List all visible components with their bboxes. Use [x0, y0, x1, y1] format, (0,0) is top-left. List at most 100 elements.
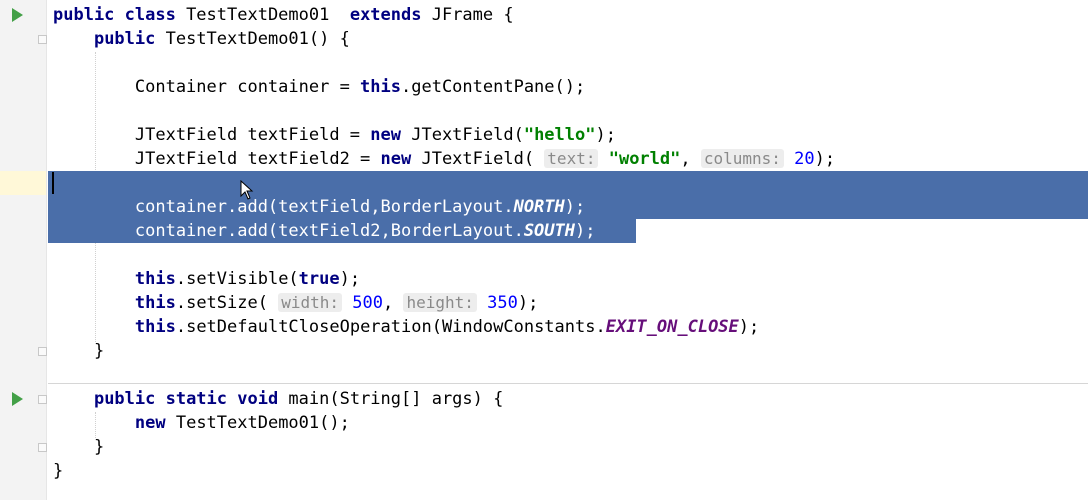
fold-icon[interactable] [38, 395, 47, 404]
fold-icon[interactable] [38, 347, 47, 356]
code-token: container.add(textField,BorderLayout. [53, 197, 514, 217]
code-token: this [134, 269, 176, 289]
code-line[interactable] [48, 51, 1088, 75]
code-token: extends [349, 5, 422, 25]
code-line[interactable] [48, 243, 1088, 267]
code-line[interactable]: this.setSize( width: 500, height: 350); [48, 291, 1088, 315]
code-token: ); [564, 197, 586, 217]
code-token: JTextField textField2 = [53, 149, 381, 169]
code-text: this.setDefaultCloseOperation(WindowCons… [53, 315, 759, 339]
code-token: main(String[] args) { [278, 389, 504, 409]
code-line[interactable]: JTextField textField2 = new JTextField( … [48, 147, 1088, 171]
code-token: .setSize( [175, 293, 279, 313]
code-editor[interactable]: public class TestTextDemo01 extends JFra… [48, 0, 1088, 500]
code-token: TestTextDemo01() { [155, 29, 350, 49]
code-token: ); [595, 125, 616, 145]
code-token: JTextField textField = [53, 125, 371, 145]
code-token: } [53, 461, 64, 481]
code-token: .getContentPane(); [401, 77, 586, 97]
code-line[interactable]: } [48, 435, 1088, 459]
code-token: this [134, 293, 176, 313]
code-line[interactable] [48, 171, 1088, 195]
code-text: } [53, 339, 104, 363]
code-line[interactable]: container.add(textField,BorderLayout.NOR… [48, 195, 1088, 219]
code-line[interactable]: container.add(textField2,BorderLayout.SO… [48, 219, 636, 243]
code-token: this [134, 317, 176, 337]
code-text: container.add(textField,BorderLayout.NOR… [53, 195, 585, 219]
fold-icon[interactable] [38, 443, 47, 452]
code-token: TestTextDemo01 [175, 5, 350, 25]
code-token: } [53, 437, 105, 457]
code-line[interactable]: public TestTextDemo01() { [48, 27, 1088, 51]
parameter-hint: columns: [700, 149, 784, 168]
code-text: container.add(textField2,BorderLayout.SO… [53, 219, 596, 243]
parameter-hint: width: [278, 293, 342, 312]
parameter-hint: height: [403, 293, 477, 312]
code-token: ); [814, 149, 836, 169]
code-text: this.setVisible(true); [53, 267, 360, 291]
code-token: ); [339, 269, 361, 289]
run-icon[interactable] [12, 8, 23, 22]
code-text: public TestTextDemo01() { [53, 27, 350, 51]
run-icon[interactable] [12, 392, 23, 406]
text-caret [52, 172, 54, 194]
current-line-highlight [0, 171, 46, 195]
method-separator [48, 383, 1088, 384]
code-line[interactable]: this.setVisible(true); [48, 267, 1088, 291]
code-token: 20 [794, 149, 815, 169]
code-token: EXIT_ON_CLOSE [605, 317, 739, 337]
code-line[interactable]: } [48, 459, 1088, 483]
code-text: } [53, 435, 104, 459]
code-token: "hello" [523, 125, 596, 145]
code-text: public class TestTextDemo01 extends JFra… [53, 3, 514, 27]
code-token: container.add(textField2,BorderLayout. [53, 221, 524, 241]
code-token: , [680, 149, 701, 169]
editor-gutter [0, 0, 47, 500]
code-token: ); [517, 293, 539, 313]
code-token: this [360, 77, 401, 97]
code-line[interactable] [48, 99, 1088, 123]
code-token: NORTH [513, 197, 565, 217]
code-token: new [134, 413, 166, 433]
code-token: TestTextDemo01(); [165, 413, 350, 433]
code-text: new TestTextDemo01(); [53, 411, 350, 435]
code-line[interactable]: } [48, 339, 1088, 363]
code-token: true [298, 269, 340, 289]
code-token: public [93, 29, 156, 49]
code-text: Container container = this.getContentPan… [53, 75, 585, 99]
code-token: SOUTH [523, 221, 575, 241]
code-token: JTextField( [401, 125, 524, 145]
code-line[interactable]: public static void main(String[] args) { [48, 387, 1088, 411]
fold-icon[interactable] [38, 35, 47, 44]
code-token: } [53, 341, 105, 361]
code-token: new [370, 125, 401, 145]
code-line[interactable]: this.setDefaultCloseOperation(WindowCons… [48, 315, 1088, 339]
code-token: 350 [487, 293, 518, 313]
code-token: Container container = [53, 77, 361, 97]
code-text: } [53, 459, 63, 483]
code-token: 500 [352, 293, 383, 313]
code-token: ); [575, 221, 596, 241]
code-token: ); [738, 317, 760, 337]
code-line[interactable]: new TestTextDemo01(); [48, 411, 1088, 435]
code-line[interactable]: Container container = this.getContentPan… [48, 75, 1088, 99]
code-text: this.setSize( width: 500, height: 350); [53, 291, 538, 315]
code-text: JTextField textField2 = new JTextField( … [53, 147, 835, 171]
code-token: public static void [93, 389, 279, 409]
code-line[interactable]: public class TestTextDemo01 extends JFra… [48, 3, 1088, 27]
code-token: JFrame { [421, 5, 514, 25]
code-token: "world" [608, 149, 681, 169]
code-token: .setVisible( [175, 269, 299, 289]
code-token: , [382, 293, 404, 313]
code-line[interactable]: JTextField textField = new JTextField("h… [48, 123, 1088, 147]
code-token: new [380, 149, 412, 169]
